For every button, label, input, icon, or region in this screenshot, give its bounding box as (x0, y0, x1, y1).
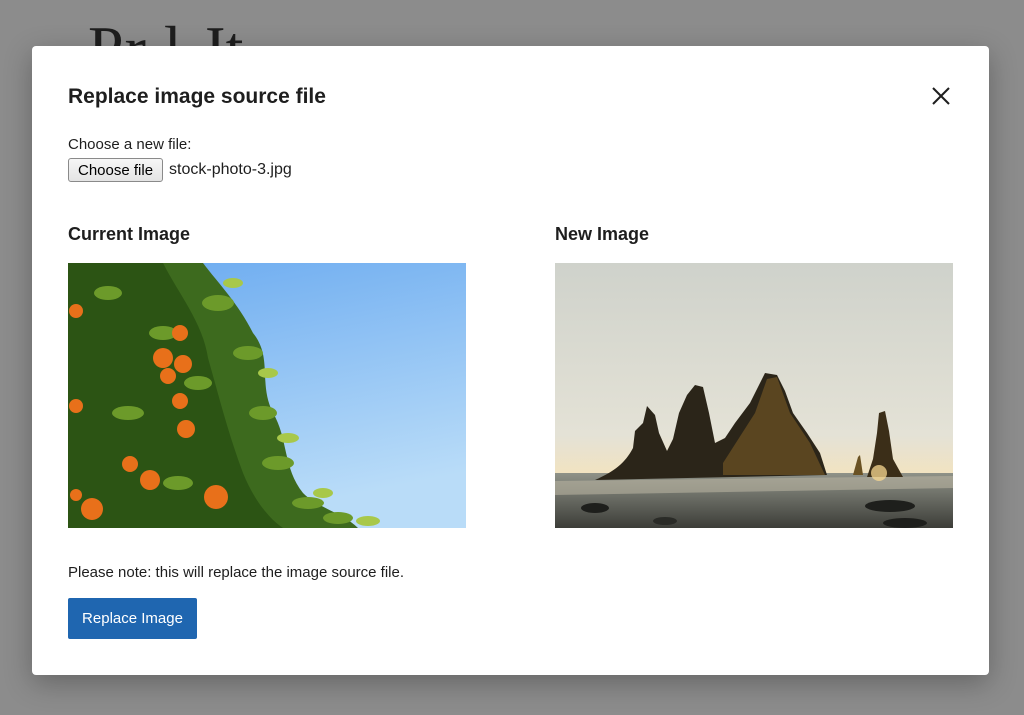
replace-image-button[interactable]: Replace Image (68, 598, 197, 639)
new-image (555, 263, 953, 528)
close-icon (932, 87, 950, 105)
replace-note: Please note: this will replace the image… (68, 564, 405, 581)
new-image-heading: New Image (555, 224, 650, 244)
dialog-header: Replace image source file (68, 84, 953, 110)
choose-file-button[interactable]: Choose file (68, 158, 164, 182)
close-button[interactable] (925, 80, 957, 112)
file-chooser-section: Choose a new file: Choose file stock-pho… (68, 136, 292, 182)
file-label: Choose a new file: (68, 136, 192, 153)
dialog-title: Replace image source file (68, 85, 326, 108)
current-image (68, 263, 466, 528)
replace-image-dialog: Replace image source file Choose a new f… (32, 46, 989, 675)
file-input-row: Choose file stock-photo-3.jpg (68, 158, 292, 182)
current-image-heading: Current Image (68, 224, 191, 244)
selected-file-name: stock-photo-3.jpg (169, 161, 292, 178)
